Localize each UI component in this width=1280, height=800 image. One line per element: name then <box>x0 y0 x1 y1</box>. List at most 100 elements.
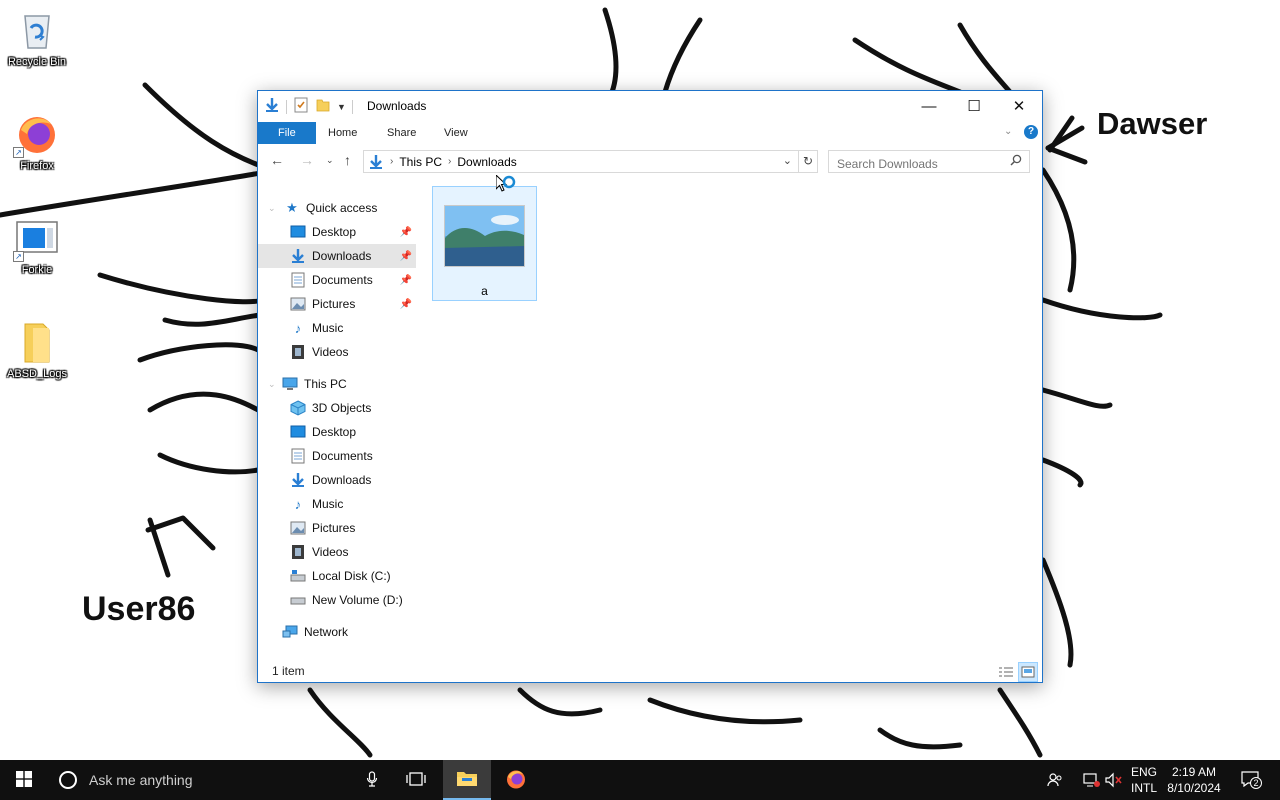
collapse-chevron-icon[interactable]: ⌄ <box>268 203 276 214</box>
nav-network[interactable]: Network <box>258 620 416 644</box>
nav-pc-pictures[interactable]: Pictures <box>258 516 416 540</box>
taskbar-file-explorer[interactable] <box>443 760 491 800</box>
nav-label: Network <box>304 625 349 639</box>
windows-logo-icon <box>16 770 32 790</box>
downloads-arrow-icon <box>290 472 306 488</box>
volume-muted-icon[interactable] <box>1102 760 1126 800</box>
toolbar-divider <box>286 99 287 114</box>
breadcrumb-this-pc[interactable]: This PC <box>399 155 442 169</box>
clock-time: 2:19 AM <box>1171 765 1217 779</box>
refresh-icon[interactable]: ↻ <box>799 150 818 173</box>
people-icon[interactable] <box>1042 760 1068 800</box>
tab-view[interactable]: View <box>430 122 482 144</box>
large-icons-view-button[interactable] <box>1018 662 1038 682</box>
minimize-button[interactable]: — <box>906 91 952 121</box>
shortcut-arrow-icon: ↗ <box>13 251 24 262</box>
nav-label: Music <box>312 497 344 511</box>
new-folder-icon[interactable] <box>315 97 331 116</box>
nav-label: 3D Objects <box>312 401 372 415</box>
nav-label: New Volume (D:) <box>312 593 403 607</box>
tab-share[interactable]: Share <box>373 122 430 144</box>
breadcrumb-separator-icon: › <box>448 156 452 167</box>
taskbar-firefox[interactable] <box>492 760 540 800</box>
nav-pc-music[interactable]: ♪ Music <box>258 492 416 516</box>
forward-arrow-icon[interactable]: → <box>300 152 314 168</box>
nav-label: Desktop <box>312 425 357 439</box>
pin-icon[interactable]: 📌 <box>400 251 412 262</box>
firefox-icon <box>505 768 527 793</box>
nav-label: Pictures <box>312 521 356 535</box>
nav-label: Documents <box>312 273 373 287</box>
action-center-button[interactable]: 2 <box>1236 760 1264 800</box>
task-view-button[interactable] <box>392 760 440 800</box>
recent-locations-chevron-icon[interactable]: ⌄ <box>326 155 334 166</box>
nav-pc-videos[interactable]: Videos <box>258 540 416 564</box>
nav-pc-new-volume-d[interactable]: New Volume (D:) <box>258 588 416 612</box>
clock-date: 8/10/2024 <box>1167 781 1221 795</box>
app-window-icon: ↗ <box>13 216 59 262</box>
network-status-icon[interactable] <box>1078 760 1104 800</box>
back-arrow-icon[interactable]: ← <box>270 152 284 168</box>
microphone-icon[interactable] <box>366 771 378 790</box>
address-bar[interactable]: › This PC › Downloads ⌄ <box>363 150 799 173</box>
cortana-placeholder: Ask me anything <box>89 772 193 788</box>
cortana-search-box[interactable]: Ask me anything <box>48 760 392 800</box>
desktop-icon-firefox[interactable]: ↗ Firefox <box>0 112 74 172</box>
search-input[interactable] <box>828 150 1030 173</box>
file-list: a <box>418 173 1042 661</box>
music-note-icon: ♪ <box>294 496 302 512</box>
folder-icon <box>15 320 59 364</box>
cube-icon <box>290 400 306 416</box>
nav-quick-documents[interactable]: Documents 📌 <box>258 268 416 292</box>
tab-home[interactable]: Home <box>314 122 371 144</box>
desktop-icon <box>290 224 306 240</box>
nav-pc-local-disk-c[interactable]: Local Disk (C:) <box>258 564 416 588</box>
breadcrumb-downloads[interactable]: Downloads <box>457 155 516 169</box>
nav-quick-pictures[interactable]: Pictures 📌 <box>258 292 416 316</box>
nav-pc-desktop[interactable]: Desktop <box>258 420 416 444</box>
nav-this-pc[interactable]: ⌄ This PC <box>258 372 416 396</box>
system-clock[interactable]: 2:19 AM 8/10/2024 <box>1160 764 1228 796</box>
up-arrow-icon[interactable]: ↑ <box>344 152 351 168</box>
title-bar[interactable]: ▼ Downloads — ☐ ✕ <box>258 91 1042 121</box>
downloads-arrow-icon <box>290 248 306 264</box>
film-icon <box>290 544 306 560</box>
pin-icon[interactable]: 📌 <box>400 299 412 310</box>
file-item-a[interactable]: a <box>432 186 537 301</box>
pin-icon[interactable]: 📌 <box>400 275 412 286</box>
nav-quick-desktop[interactable]: Desktop 📌 <box>258 220 416 244</box>
address-dropdown-chevron-icon[interactable]: ⌄ <box>783 154 792 167</box>
properties-icon[interactable] <box>293 97 309 116</box>
input-language-indicator[interactable]: ENG INTL <box>1124 764 1164 796</box>
desktop-icon-forkie[interactable]: ↗ Forkie <box>0 216 74 276</box>
desktop-icon-label: ABSD_Logs <box>7 368 67 380</box>
desktop: Recycle Bin ↗ Firefox ↗ Forkie ABSD_Logs… <box>0 0 1280 760</box>
tab-file[interactable]: File <box>258 122 316 144</box>
details-view-button[interactable] <box>996 662 1016 682</box>
collapse-chevron-icon[interactable]: ⌄ <box>268 379 276 390</box>
documents-icon <box>290 272 306 288</box>
start-button[interactable] <box>0 760 48 800</box>
help-icon[interactable]: ? <box>1024 125 1038 139</box>
keyboard-layout: INTL <box>1130 781 1157 795</box>
pictures-icon <box>290 296 306 312</box>
customize-toolbar-chevron-icon[interactable]: ▼ <box>337 102 346 112</box>
nav-pc-3d-objects[interactable]: 3D Objects <box>258 396 416 420</box>
nav-quick-music[interactable]: ♪ Music <box>258 316 416 340</box>
file-explorer-folder-icon <box>456 769 478 790</box>
desktop-icon-recycle-bin[interactable]: Recycle Bin <box>0 8 74 68</box>
desktop-icon-absd-logs[interactable]: ABSD_Logs <box>0 320 74 380</box>
nav-pc-documents[interactable]: Documents <box>258 444 416 468</box>
pin-icon[interactable]: 📌 <box>400 227 412 238</box>
nav-quick-videos[interactable]: Videos <box>258 340 416 364</box>
nav-label: Downloads <box>312 249 372 263</box>
ribbon-tabs: File Home Share View ⌄ ? <box>258 122 1042 144</box>
nav-quick-downloads[interactable]: Downloads 📌 <box>258 244 416 268</box>
nav-pc-downloads[interactable]: Downloads <box>258 468 416 492</box>
annotation-user86: User86 <box>82 590 196 628</box>
close-button[interactable]: ✕ <box>996 91 1042 121</box>
music-note-icon: ♪ <box>294 320 302 336</box>
expand-ribbon-chevron-icon[interactable]: ⌄ <box>1004 126 1012 137</box>
maximize-button[interactable]: ☐ <box>951 91 997 121</box>
nav-quick-access[interactable]: ⌄ ★ Quick access <box>258 196 416 220</box>
